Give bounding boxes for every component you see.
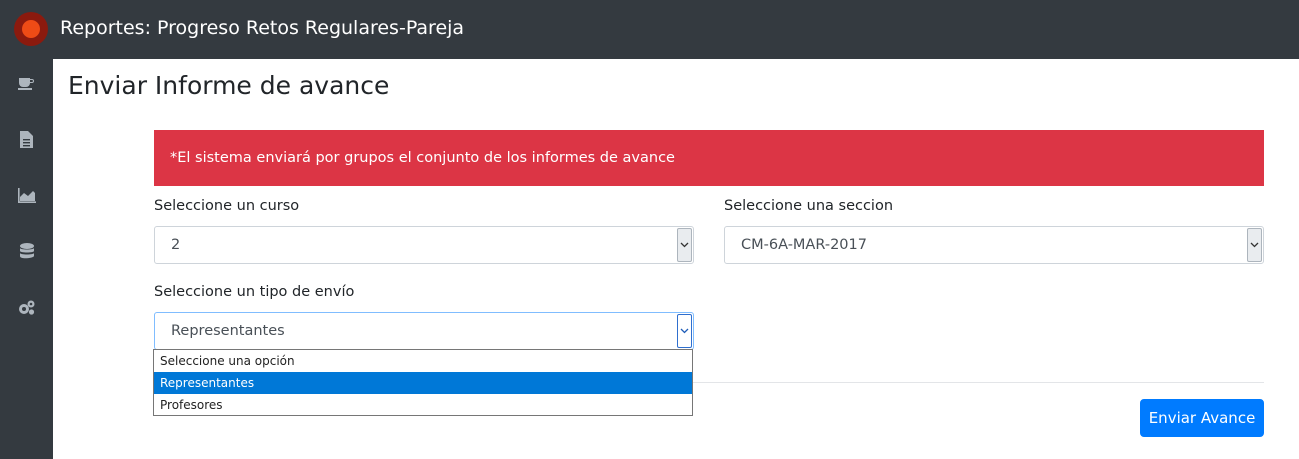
- document-icon[interactable]: [0, 125, 53, 153]
- page-title: Enviar Informe de avance: [68, 71, 390, 100]
- seccion-select-value: CM-6A-MAR-2017: [741, 237, 867, 253]
- tipo-envio-dropdown-list: Seleccione una opción Representantes Pro…: [153, 349, 693, 416]
- database-icon[interactable]: [0, 237, 53, 265]
- coffee-icon[interactable]: [0, 69, 53, 97]
- chevron-down-icon[interactable]: [1247, 228, 1262, 262]
- curso-label: Seleccione un curso: [154, 198, 300, 214]
- app-logo[interactable]: [14, 12, 48, 46]
- seccion-select[interactable]: CM-6A-MAR-2017: [724, 226, 1264, 264]
- chevron-down-icon[interactable]: [677, 228, 692, 262]
- dropdown-option-selected[interactable]: Representantes: [154, 372, 692, 394]
- curso-select[interactable]: 2: [154, 226, 694, 264]
- tipo-envio-label: Seleccione un tipo de envío: [154, 284, 355, 300]
- dropdown-option[interactable]: Seleccione una opción: [154, 350, 692, 372]
- alert-text: *El sistema enviará por grupos el conjun…: [170, 150, 675, 166]
- tipo-envio-select-value: Representantes: [171, 323, 285, 339]
- dropdown-option[interactable]: Profesores: [154, 394, 692, 416]
- info-alert: *El sistema enviará por grupos el conjun…: [154, 130, 1264, 186]
- curso-select-value: 2: [171, 237, 181, 253]
- chevron-down-icon[interactable]: [677, 314, 692, 348]
- app-title: Reportes: Progreso Retos Regulares-Parej…: [60, 17, 465, 39]
- enviar-avance-button[interactable]: Enviar Avance: [1140, 399, 1264, 437]
- area-chart-icon[interactable]: [0, 181, 53, 209]
- gears-icon[interactable]: [0, 293, 53, 321]
- sidebar: [0, 59, 53, 459]
- main-content: Enviar Informe de avance *El sistema env…: [53, 59, 1299, 459]
- top-navbar: Reportes: Progreso Retos Regulares-Parej…: [0, 0, 1299, 59]
- tipo-envio-select[interactable]: Representantes: [154, 312, 694, 350]
- seccion-label: Seleccione una seccion: [724, 198, 894, 214]
